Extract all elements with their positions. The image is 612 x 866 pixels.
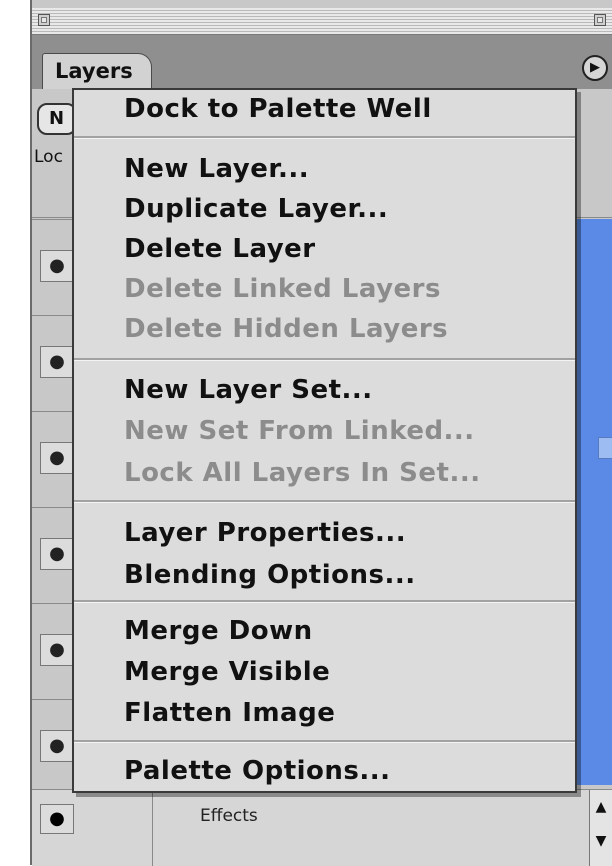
menu-item-new-layer-set[interactable]: New Layer Set... [124, 371, 373, 409]
divider [152, 790, 153, 866]
menu-item-layer-properties[interactable]: Layer Properties... [124, 514, 406, 552]
menu-item-new-set-from-linked: New Set From Linked... [124, 416, 475, 446]
menu-separator [74, 600, 575, 603]
eye-icon[interactable]: ● [40, 804, 74, 834]
menu-item-flatten-image[interactable]: Flatten Image [124, 694, 335, 732]
menu-item-lock-all-layers-in-set: Lock All Layers In Set... [124, 458, 481, 488]
menu-item-delete-hidden-layers: Delete Hidden Layers [124, 314, 449, 344]
scroll-thumb[interactable] [598, 437, 612, 459]
blend-mode-dropdown[interactable]: N [37, 103, 77, 135]
arrow-down-icon[interactable]: ▼ [590, 830, 612, 852]
effects-label: Effects [200, 806, 258, 826]
palette-menu-button[interactable]: ▶ [582, 55, 608, 81]
eye-icon[interactable]: ● [40, 730, 74, 762]
menu-item-new-layer[interactable]: New Layer... [124, 150, 309, 188]
eye-icon[interactable]: ● [40, 538, 74, 570]
palette-popup-menu: Dock to Palette Well New Layer... Duplic… [72, 88, 577, 793]
menu-item-delete-layer[interactable]: Delete Layer [124, 230, 316, 268]
effects-row[interactable]: ● Effects ▲ ▼ [32, 789, 612, 866]
menu-item-dock-to-palette-well[interactable]: Dock to Palette Well [124, 90, 432, 128]
menu-item-merge-visible[interactable]: Merge Visible [124, 653, 330, 691]
zoom-box-icon[interactable] [594, 14, 606, 26]
menu-item-merge-down[interactable]: Merge Down [124, 612, 313, 650]
eye-icon[interactable]: ● [40, 634, 74, 666]
menu-item-blending-options[interactable]: Blending Options... [124, 556, 416, 594]
menu-separator [74, 500, 575, 503]
tab-layers[interactable]: Layers [42, 53, 152, 89]
lock-label: Loc [34, 147, 63, 167]
palette-title-bar[interactable] [32, 8, 612, 35]
menu-separator [74, 358, 575, 361]
palette-tab-row: Layers ▶ [32, 35, 612, 89]
arrow-up-icon[interactable]: ▲ [590, 796, 612, 818]
menu-item-duplicate-layer[interactable]: Duplicate Layer... [124, 190, 388, 228]
eye-icon[interactable]: ● [40, 442, 74, 474]
menu-separator [74, 136, 575, 139]
eye-icon[interactable]: ● [40, 250, 74, 282]
menu-item-delete-linked-layers: Delete Linked Layers [124, 274, 441, 304]
menu-item-palette-options[interactable]: Palette Options... [124, 752, 391, 790]
eye-icon[interactable]: ● [40, 346, 74, 378]
menu-separator [74, 740, 575, 743]
scrollbar[interactable]: ▲ ▼ [589, 790, 612, 866]
close-box-icon[interactable] [38, 14, 50, 26]
triangle-right-icon: ▶ [590, 60, 600, 75]
